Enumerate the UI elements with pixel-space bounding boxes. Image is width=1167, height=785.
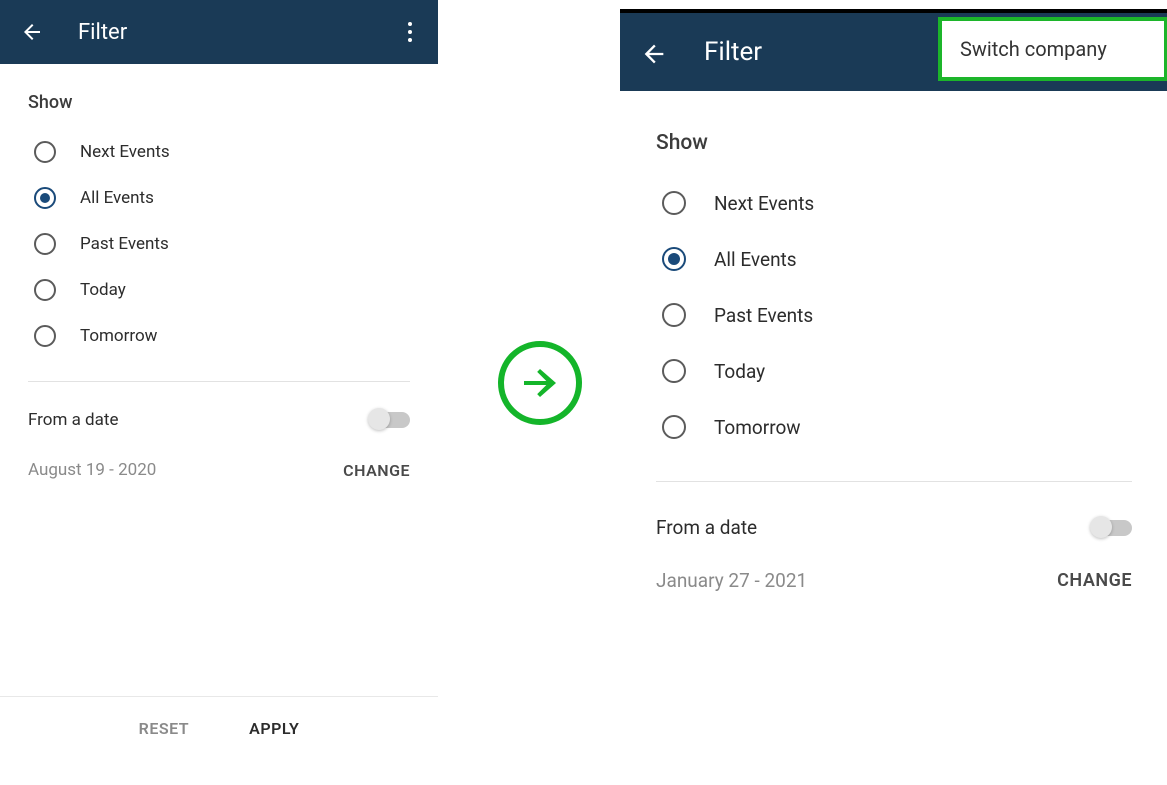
radio-option[interactable]: Today <box>28 267 410 313</box>
transition-arrow-icon <box>498 341 582 425</box>
radio-icon <box>662 415 686 439</box>
radio-icon <box>34 187 56 209</box>
switch-company-menu-item[interactable]: Switch company <box>938 17 1167 81</box>
radio-label: Today <box>714 360 765 383</box>
appbar-title: Filter <box>78 20 127 45</box>
toggle-thumb <box>1090 516 1112 538</box>
overflow-menu-icon[interactable] <box>400 14 420 50</box>
radio-label: Past Events <box>714 304 813 327</box>
radio-icon <box>662 359 686 383</box>
radio-icon <box>662 303 686 327</box>
radio-option[interactable]: Next Events <box>28 129 410 175</box>
radio-label: All Events <box>80 188 154 208</box>
from-date-toggle[interactable] <box>1092 520 1132 536</box>
radio-label: Next Events <box>80 142 170 162</box>
radio-option[interactable]: All Events <box>28 175 410 221</box>
from-date-label: From a date <box>656 516 757 539</box>
radio-icon <box>662 191 686 215</box>
section-show-label: Show <box>28 92 410 113</box>
divider <box>656 481 1132 482</box>
radio-icon <box>662 247 686 271</box>
radio-label: Next Events <box>714 192 814 215</box>
radio-option[interactable]: Today <box>656 343 1132 399</box>
appbar-title: Filter <box>704 37 762 67</box>
divider <box>28 381 410 382</box>
filter-screen-after: Filter Switch company Show Next Events Al… <box>620 9 1167 739</box>
back-arrow-icon[interactable] <box>640 40 664 64</box>
radio-label: Past Events <box>80 234 169 254</box>
radio-label: All Events <box>714 248 797 271</box>
date-text: January 27 - 2021 <box>656 569 807 592</box>
content-area: Show Next Events All Events Past Events Tod… <box>0 64 438 480</box>
radio-option[interactable]: All Events <box>656 231 1132 287</box>
radio-icon <box>34 141 56 163</box>
from-date-toggle[interactable] <box>370 412 410 428</box>
date-text: August 19 - 2020 <box>28 460 156 480</box>
radio-label: Tomorrow <box>80 326 157 346</box>
radio-icon <box>34 325 56 347</box>
radio-option[interactable]: Past Events <box>656 287 1132 343</box>
date-row: January 27 - 2021 CHANGE <box>656 569 1132 592</box>
app-bar: Filter Switch company <box>620 13 1167 91</box>
app-bar: Filter <box>0 0 438 64</box>
content-area: Show Next Events All Events Past Events Tod… <box>620 91 1167 592</box>
section-show-label: Show <box>656 131 1132 155</box>
date-row: August 19 - 2020 CHANGE <box>28 460 410 480</box>
from-date-row: From a date <box>28 410 410 430</box>
radio-icon <box>34 233 56 255</box>
radio-option[interactable]: Tomorrow <box>28 313 410 359</box>
reset-button[interactable]: RESET <box>139 719 189 738</box>
back-arrow-icon[interactable] <box>20 20 44 44</box>
filter-screen-before: Filter Show Next Events All Events Past Ev… <box>0 0 438 760</box>
radio-option[interactable]: Next Events <box>656 175 1132 231</box>
toggle-thumb <box>368 408 390 430</box>
change-button[interactable]: CHANGE <box>1057 570 1132 591</box>
change-button[interactable]: CHANGE <box>343 461 410 480</box>
from-date-row: From a date <box>656 516 1132 539</box>
radio-option[interactable]: Tomorrow <box>656 399 1132 455</box>
radio-label: Today <box>80 280 126 300</box>
from-date-label: From a date <box>28 410 118 430</box>
radio-icon <box>34 279 56 301</box>
apply-button[interactable]: APPLY <box>249 719 299 738</box>
radio-option[interactable]: Past Events <box>28 221 410 267</box>
bottom-action-bar: RESET APPLY <box>0 696 438 760</box>
radio-label: Tomorrow <box>714 416 801 439</box>
